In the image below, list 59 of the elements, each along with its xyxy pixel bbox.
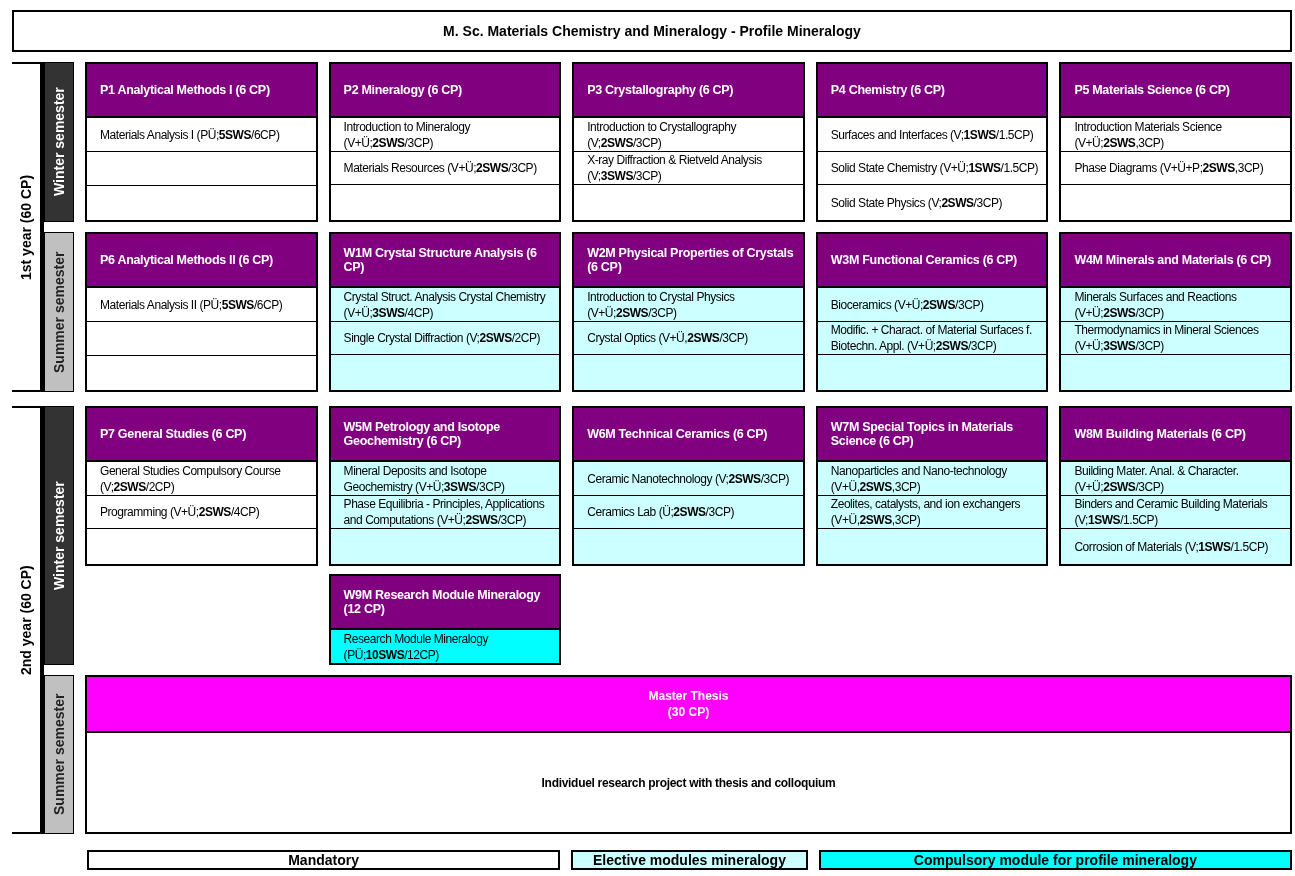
course-entry: Materials Analysis I (PÜ;5SWS/6CP) <box>100 126 280 143</box>
course-entry: Introduction to Mineralogy (V+Ü;2SWS/3CP) <box>343 118 472 151</box>
course-entry: Zeolites, catalysts, and ion exchangers (V+Ü,2SWS,3CP) <box>830 496 1022 528</box>
module-title: W1M Crystal Structure Analysis (6 CP) <box>330 234 560 288</box>
module-title: W6M Technical Ceramics (6 CP) <box>574 408 803 462</box>
module-title: W5M Petrology and Isotope Geochemistry (6 CP) <box>330 408 560 462</box>
course-entry: Programming (V+Ü;2SWS/4CP) <box>100 504 260 520</box>
module-title: P6 Analytical Methods II (6 CP) <box>87 234 316 288</box>
year-label: 2nd year (60 CP) <box>12 406 42 834</box>
course-entry: X-ray Diffraction & Rietveld Analysis (V;3SWS/3CP) <box>587 152 763 184</box>
course-entry: Materials Analysis II (PÜ;5SWS/6CP) <box>100 296 283 313</box>
course-entry: Crystal Optics (V+Ü,2SWS/3CP) <box>587 330 748 346</box>
course-entry: Corrosion of Materials (V;1SWS/1.5CP) <box>1074 538 1269 555</box>
course-entry: Mineral Deposits and Isotope Geochemistry (V+Ü;3SWS/3CP) <box>343 462 506 495</box>
module-title: W7M Special Topics in Materials Science (6 CP) <box>817 408 1047 462</box>
module-title: P1 Analytical Methods I (6 CP) <box>87 64 316 118</box>
thesis-title: Master Thesis <box>648 689 729 703</box>
course-entry: Surfaces and Interfaces (V;1SWS/1.5CP) <box>830 126 1034 143</box>
course-entry: Crystal Struct. Analysis Crystal Chemistry (V+Ü;3SWS/4CP) <box>343 288 547 321</box>
course-entry: Materials Resources (V+Ü;2SWS/3CP) <box>343 160 537 176</box>
module-title: P7 General Studies (6 CP) <box>87 408 316 462</box>
course-entry: Thermodynamics in Mineral Sciences (V+Ü;3SWS/3CP) <box>1074 322 1260 354</box>
course-entry: Introduction Materials Science (V+Ü;2SWS,3CP) <box>1074 118 1223 151</box>
course-entry: Solid State Chemistry (V+Ü;1SWS/1.5CP) <box>830 160 1039 176</box>
semester-label: Summer semester <box>44 232 74 392</box>
course-entry: Modific. + Charact. of Material Surfaces f. Biotechn. Appl. (V+Ü;2SWS/3CP) <box>830 322 1033 354</box>
module-title: W4M Minerals and Materials (6 CP) <box>1061 234 1290 288</box>
course-entry: Nanoparticles and Nano-technology (V+Ü,2SWS,3CP) <box>830 462 1008 495</box>
course-entry: Research Module Mineralogy (PÜ;10SWS/12CP) <box>343 630 490 663</box>
module-title: W3M Functional Ceramics (6 CP) <box>817 234 1047 288</box>
legend-item: Mandatory <box>87 850 561 870</box>
module-title: P4 Chemistry (6 CP) <box>817 64 1047 118</box>
year-label: 1st year (60 CP) <box>12 62 42 392</box>
module-title: P2 Mineralogy (6 CP) <box>330 64 560 118</box>
course-entry: Solid State Physics (V;2SWS/3CP) <box>830 194 1003 211</box>
thesis-credits: (30 CP) <box>667 705 710 719</box>
course-entry: Phase Equilibria - Principles, Applications and Computations (V+Ü;2SWS/3CP) <box>343 496 546 528</box>
legend-item: Compulsory module for profile mineralogy <box>818 850 1292 870</box>
module-title: W8M Building Materials (6 CP) <box>1061 408 1290 462</box>
semester-label: Winter semester <box>44 62 74 222</box>
course-entry: Bioceramics (V+Ü;2SWS/3CP) <box>830 296 984 313</box>
course-entry: Binders and Ceramic Building Materials (V;1SWS/1.5CP) <box>1074 496 1269 528</box>
module-title: W9M Research Module Mineralogy (12 CP) <box>330 576 560 630</box>
course-entry: General Studies Compulsory Course (V;2SWS/2CP) <box>100 462 282 495</box>
course-entry: Ceramic Nanotechnology (V;2SWS/3CP) <box>587 470 790 487</box>
legend-item: Elective modules mineralogy <box>571 850 808 870</box>
course-entry: Ceramics Lab (Ü;2SWS/3CP) <box>587 504 734 520</box>
module-title: P3 Crystallography (6 CP) <box>574 64 803 118</box>
course-entry: Introduction to Crystal Physics (V+Ü;2SWS/3CP) <box>587 288 736 321</box>
module-title: W2M Physical Properties of Crystals (6 CP) <box>574 234 803 288</box>
course-entry: Building Mater. Anal. & Character. (V+Ü;2SWS/3CP) <box>1074 462 1240 495</box>
course-entry: Phase Diagrams (V+Ü+P;2SWS,3CP) <box>1074 160 1264 176</box>
course-entry: Minerals Surfaces and Reactions (V+Ü;2SWS/3CP) <box>1074 288 1238 321</box>
course-entry: Single Crystal Diffraction (V;2SWS/2CP) <box>343 330 541 346</box>
semester-label: Summer semester <box>44 675 74 834</box>
module-title: P5 Materials Science (6 CP) <box>1061 64 1290 118</box>
page-title: M. Sc. Materials Chemistry and Mineralogy - Profile Mineralogy <box>12 10 1292 52</box>
course-entry: Introduction to Crystallography (V;2SWS/3CP) <box>587 118 738 151</box>
semester-label: Winter semester <box>44 406 74 665</box>
